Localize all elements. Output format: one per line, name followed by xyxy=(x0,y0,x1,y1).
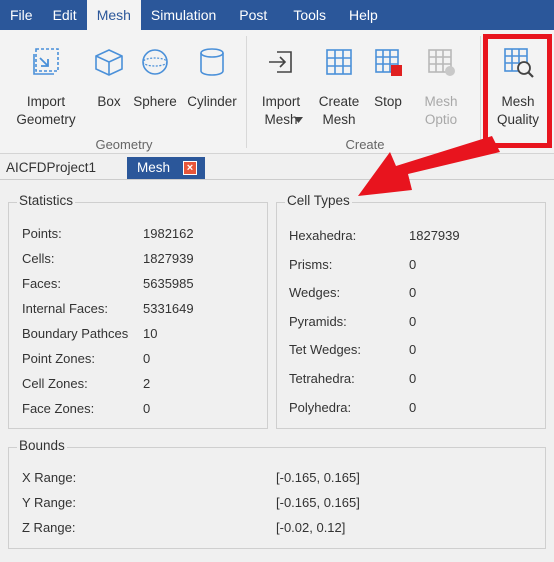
menu-file[interactable]: File xyxy=(0,0,43,30)
stat-label: Faces: xyxy=(22,276,62,291)
stat-label: Face Zones: xyxy=(22,401,95,416)
stop-label: Stop xyxy=(374,94,402,109)
stat-label: Points: xyxy=(22,226,62,241)
box-label: Box xyxy=(97,94,121,109)
bound-value: [-0.165, 0.165] xyxy=(276,495,360,510)
cell-type-label: Pyramids: xyxy=(289,314,347,329)
import-mesh-icon xyxy=(269,51,292,73)
stat-label: Point Zones: xyxy=(22,351,95,366)
stat-value: 2 xyxy=(143,376,151,391)
cylinder-icon xyxy=(200,48,224,76)
cylinder-label: Cylinder xyxy=(187,94,237,109)
stop-grid-icon xyxy=(375,49,402,76)
statistics-group: Statistics Points: 1982162 Cells: 182793… xyxy=(8,193,268,429)
stat-value: 5331649 xyxy=(143,301,194,316)
cell-types-title: Cell Types xyxy=(285,193,352,208)
bound-label: X Range: xyxy=(22,470,77,485)
annotation-arrow-icon xyxy=(358,136,500,196)
stat-value: 0 xyxy=(143,351,151,366)
box-button[interactable]: Box xyxy=(88,30,130,138)
cell-type-label: Prisms: xyxy=(289,257,333,272)
bound-value: [-0.02, 0.12] xyxy=(276,520,346,535)
create-mesh-label: Create Mesh xyxy=(318,94,360,127)
stat-value: 10 xyxy=(143,326,158,341)
sphere-button[interactable]: Sphere xyxy=(131,30,179,138)
import-geometry-icon xyxy=(33,48,59,75)
menu-bar: File Edit Mesh Simulation Post Tools Hel… xyxy=(0,0,554,30)
stop-button[interactable]: Stop xyxy=(368,30,408,138)
stat-value: 5635985 xyxy=(143,276,194,291)
stat-value: 1982162 xyxy=(143,226,194,241)
stat-label: Boundary Pathces xyxy=(22,326,129,341)
cell-type-value: 1827939 xyxy=(409,228,460,243)
group-separator xyxy=(246,36,247,148)
cell-type-value: 0 xyxy=(409,257,417,272)
create-mesh-button[interactable]: Create Mesh xyxy=(312,30,366,138)
menu-mesh[interactable]: Mesh xyxy=(86,0,141,30)
statistics-title: Statistics xyxy=(17,193,76,208)
cylinder-button[interactable]: Cylinder xyxy=(182,30,242,138)
menu-tools[interactable]: Tools xyxy=(280,0,339,30)
box-icon xyxy=(95,49,123,76)
menu-help[interactable]: Help xyxy=(339,0,388,30)
mesh-options-label: Mesh Optio xyxy=(424,94,458,127)
import-mesh-button[interactable]: Import Mesh xyxy=(252,30,310,138)
cell-type-label: Tetrahedra: xyxy=(289,371,355,386)
sphere-icon xyxy=(142,49,168,75)
cell-types-group: Cell Types Hexahedra: 1827939 Prisms: 0 … xyxy=(276,193,546,429)
stat-value: 1827939 xyxy=(143,251,194,266)
cell-type-value: 0 xyxy=(409,342,417,357)
bound-label: Y Range: xyxy=(22,495,76,510)
bound-label: Z Range: xyxy=(22,520,76,535)
menu-edit[interactable]: Edit xyxy=(43,0,87,30)
mesh-options-icon xyxy=(428,49,455,76)
cell-type-label: Wedges: xyxy=(289,285,341,300)
bounds-group: Bounds X Range: [-0.165, 0.165] Y Range:… xyxy=(8,438,546,549)
sphere-label: Sphere xyxy=(133,94,177,109)
geometry-group-label: Geometry xyxy=(95,137,153,152)
bound-value: [-0.165, 0.165] xyxy=(276,470,360,485)
menu-simulation[interactable]: Simulation xyxy=(141,0,226,30)
cell-type-value: 0 xyxy=(409,285,417,300)
close-icon[interactable]: × xyxy=(183,161,197,175)
stat-label: Internal Faces: xyxy=(22,301,108,316)
import-geometry-label: Import Geometry xyxy=(16,94,76,127)
cell-type-value: 0 xyxy=(409,314,417,329)
cell-type-label: Tet Wedges: xyxy=(289,342,362,357)
cell-type-value: 0 xyxy=(409,400,417,415)
bounds-title: Bounds xyxy=(17,438,67,453)
cell-type-value: 0 xyxy=(409,371,417,386)
stat-label: Cell Zones: xyxy=(22,376,88,391)
stat-value: 0 xyxy=(143,401,151,416)
cell-type-label: Polyhedra: xyxy=(289,400,352,415)
import-mesh-label: Import Mesh xyxy=(261,94,301,127)
tab-mesh[interactable]: Mesh × xyxy=(127,157,205,179)
mesh-info-panel: Statistics Points: 1982162 Cells: 182793… xyxy=(0,179,554,562)
stat-label: Cells: xyxy=(22,251,55,266)
tab-project[interactable]: AICFDProject1 xyxy=(0,157,127,179)
grid-icon xyxy=(326,49,352,75)
menu-post[interactable]: Post xyxy=(226,0,280,30)
cell-type-label: Hexahedra: xyxy=(289,228,357,243)
tab-mesh-label: Mesh xyxy=(137,160,171,175)
import-geometry-button[interactable]: Import Geometry xyxy=(6,30,86,138)
chevron-down-icon xyxy=(294,117,303,123)
mesh-options-button[interactable]: Mesh Optio xyxy=(414,30,468,138)
